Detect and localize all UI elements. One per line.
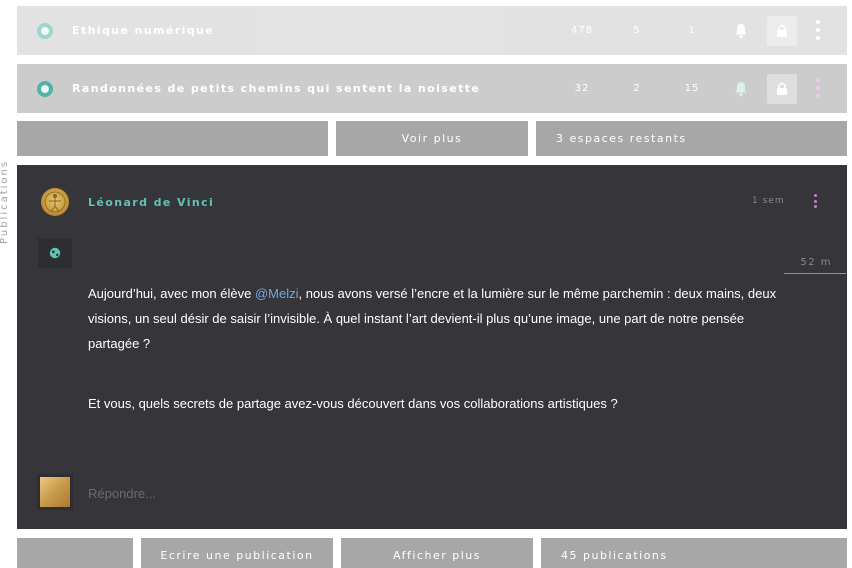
- write-publication-label: Ecrire une publication: [160, 549, 314, 562]
- space-row-randonnees[interactable]: Randonnées de petits chemins qui sentent…: [17, 64, 847, 113]
- post-card: Léonard de Vinci 1 sem 52 m Aujourd’hui,…: [17, 165, 847, 529]
- space-icon: [37, 81, 53, 97]
- posts-footer-blank: [17, 538, 133, 568]
- space-stat-members: 478: [570, 25, 594, 36]
- bell-icon[interactable]: [732, 22, 750, 40]
- more-options-icon[interactable]: [815, 20, 821, 40]
- publications-count-label: 45 publications: [561, 549, 668, 562]
- lock-icon: [777, 24, 787, 37]
- space-stat-notifications: 1: [688, 25, 696, 36]
- bell-icon[interactable]: [732, 80, 750, 98]
- space-stat-new: 5: [633, 25, 641, 36]
- lock-button[interactable]: [767, 16, 797, 46]
- read-time: 52 m: [784, 252, 846, 274]
- space-stat-notifications: 15: [684, 83, 700, 94]
- text-segment: Aujourd’hui, avec mon élève: [88, 286, 255, 301]
- reply-input[interactable]: [88, 483, 828, 503]
- space-stat-members: 32: [574, 83, 590, 94]
- post-time: 1 sem: [752, 196, 785, 206]
- user-mention[interactable]: @Melzi: [255, 286, 299, 301]
- remaining-spaces-label: 3 espaces restants: [556, 132, 687, 145]
- post-options-icon[interactable]: [812, 194, 818, 208]
- see-more-spaces-button[interactable]: Voir plus: [336, 121, 528, 156]
- space-stat-new: 2: [633, 83, 641, 94]
- visibility-button[interactable]: [38, 238, 72, 268]
- show-more-label: Afficher plus: [393, 549, 481, 562]
- current-user-avatar: [37, 474, 73, 510]
- publications-side-label: Publications: [0, 159, 10, 244]
- publications-count-info: 45 publications: [541, 538, 847, 568]
- post-paragraph: Aujourd’hui, avec mon élève @Melzi, nous…: [88, 281, 788, 356]
- space-name[interactable]: Randonnées de petits chemins qui sentent…: [72, 82, 480, 95]
- space-icon: [37, 23, 53, 39]
- author-avatar[interactable]: [41, 188, 69, 216]
- lock-icon: [777, 82, 787, 95]
- space-name[interactable]: Ethique numérique: [72, 24, 214, 37]
- post-body: Aujourd’hui, avec mon élève @Melzi, nous…: [88, 281, 788, 416]
- space-row-ethique[interactable]: Ethique numérique 478 5 1: [17, 6, 847, 55]
- show-more-posts-button[interactable]: Afficher plus: [341, 538, 533, 568]
- see-more-label: Voir plus: [401, 132, 463, 145]
- post-paragraph: Et vous, quels secrets de partage avez-v…: [88, 396, 618, 411]
- avatar-image: [40, 477, 70, 507]
- write-publication-button[interactable]: Ecrire une publication: [141, 538, 333, 568]
- remaining-spaces-info: 3 espaces restants: [536, 121, 847, 156]
- vitruvian-man-icon: [44, 191, 66, 213]
- globe-icon: [49, 247, 61, 259]
- spaces-footer-blank: [17, 121, 328, 156]
- author-name[interactable]: Léonard de Vinci: [88, 196, 214, 209]
- more-options-icon[interactable]: [815, 78, 821, 98]
- lock-button[interactable]: [767, 74, 797, 104]
